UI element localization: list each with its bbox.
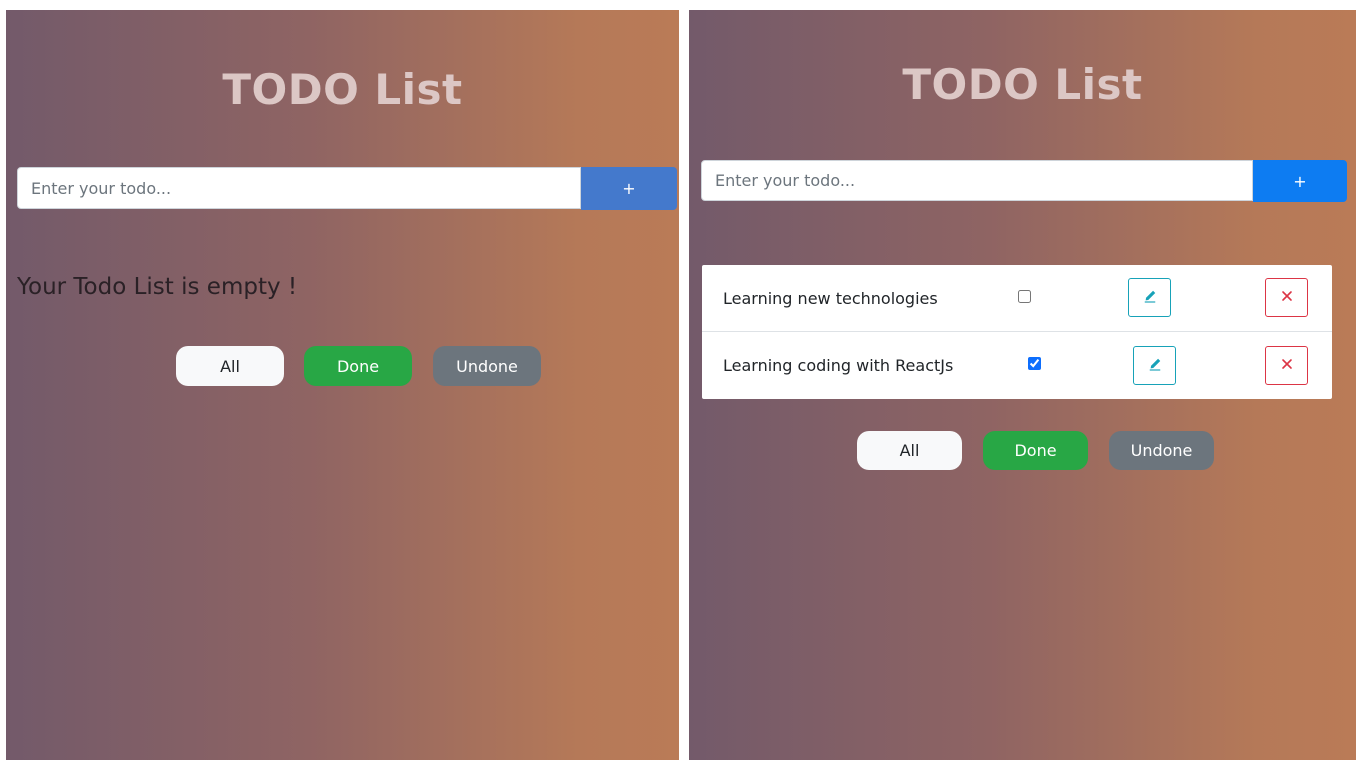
add-todo-button[interactable]: + [1253, 160, 1347, 202]
todo-app-with-items: TODO List + Learning new technologies [689, 10, 1356, 760]
empty-list-message: Your Todo List is empty ! [17, 274, 298, 300]
filter-done-button[interactable]: Done [983, 431, 1088, 470]
close-icon [1281, 358, 1293, 373]
todo-item: Learning new technologies [702, 265, 1332, 332]
todo-input[interactable] [17, 167, 581, 209]
filter-undone-button[interactable]: Undone [433, 346, 541, 386]
pencil-icon [1148, 357, 1162, 374]
add-todo-button[interactable]: + [581, 167, 677, 210]
todo-item: Learning coding with ReactJs [702, 332, 1332, 399]
page-title: TODO List [902, 60, 1143, 109]
pencil-icon [1143, 289, 1157, 306]
todo-app-empty-state: TODO List + Your Todo List is empty ! Al… [6, 10, 679, 760]
filter-done-button[interactable]: Done [304, 346, 412, 386]
page-title: TODO List [222, 65, 463, 114]
todo-done-checkbox[interactable] [1028, 357, 1041, 370]
edit-todo-button[interactable] [1128, 278, 1171, 317]
filter-undone-button[interactable]: Undone [1109, 431, 1214, 470]
todo-done-checkbox[interactable] [1018, 290, 1031, 303]
filter-all-button[interactable]: All [176, 346, 284, 386]
close-icon [1281, 290, 1293, 305]
edit-todo-button[interactable] [1133, 346, 1176, 385]
filter-all-button[interactable]: All [857, 431, 962, 470]
todo-text: Learning new technologies [723, 289, 938, 308]
delete-todo-button[interactable] [1265, 278, 1308, 317]
todo-text: Learning coding with ReactJs [723, 356, 954, 375]
todo-list: Learning new technologies Learning codin… [702, 265, 1332, 399]
delete-todo-button[interactable] [1265, 346, 1308, 385]
todo-input[interactable] [701, 160, 1253, 201]
